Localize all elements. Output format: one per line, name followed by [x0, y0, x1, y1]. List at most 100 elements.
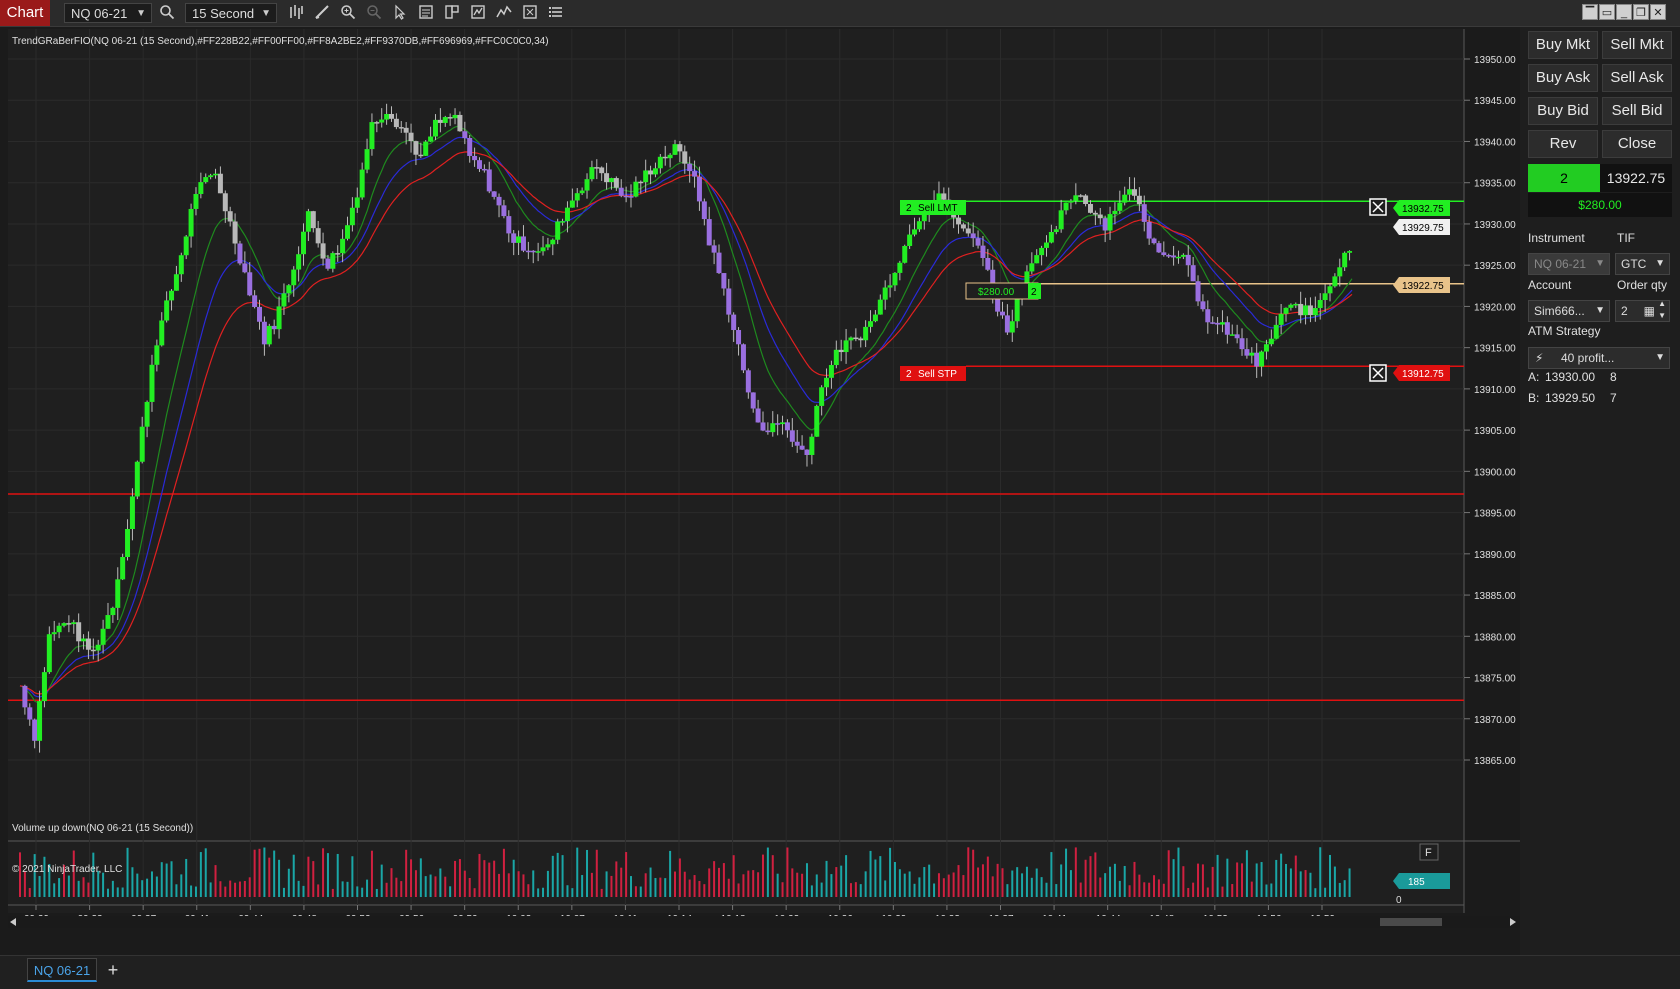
templates-icon[interactable]: [443, 4, 461, 22]
volume-bar: [742, 874, 745, 897]
candle-body: [1303, 305, 1309, 316]
sell-ask-button[interactable]: Sell Ask: [1602, 64, 1672, 92]
stepper-arrows-icon[interactable]: ▲ ▼: [1658, 298, 1666, 322]
volume-bar: [688, 879, 691, 897]
position-marker[interactable]: $280.00 2: [965, 282, 1041, 300]
candle-body: [418, 154, 424, 157]
volume-bar: [1104, 873, 1107, 897]
candle-body: [824, 377, 830, 388]
interval-selector[interactable]: 15 Second ▼: [185, 3, 277, 23]
volume-bar: [1182, 866, 1185, 897]
calculator-icon[interactable]: ▦: [1644, 301, 1655, 321]
position-qty: 2: [1031, 287, 1037, 298]
candle-body: [325, 258, 331, 269]
price-chart[interactable]: 13950.00 13945.00 13940.00 13935.00 13930.00…: [0, 27, 1520, 955]
f-button[interactable]: F: [1419, 843, 1439, 861]
indicators-icon[interactable]: [495, 4, 513, 22]
tile-window-icon[interactable]: ▭: [1599, 4, 1615, 20]
volume-bar: [82, 877, 85, 897]
zoom-out-icon[interactable]: [365, 4, 383, 22]
more-icon[interactable]: [547, 4, 565, 22]
candle-body: [462, 131, 468, 138]
candle-body: [437, 119, 443, 123]
buy-ask-button[interactable]: Buy Ask: [1528, 64, 1598, 92]
tif-select[interactable]: GTC ▼: [1615, 253, 1670, 275]
volume-bar: [43, 856, 46, 897]
tab-bar: NQ 06-21 +: [0, 955, 1680, 989]
volume-bar: [322, 848, 325, 897]
bar-type-icon[interactable]: [287, 4, 305, 22]
volume-bar: [791, 868, 794, 897]
volume-bar: [253, 849, 256, 897]
candle-body: [1039, 247, 1045, 256]
properties-icon[interactable]: [521, 4, 539, 22]
svg-text:185: 185: [1408, 877, 1425, 888]
reverse-button[interactable]: Rev: [1528, 130, 1598, 158]
candle-body: [100, 628, 106, 645]
price-tick-label: 13925.00: [1474, 261, 1516, 272]
tab-nq-06-21[interactable]: NQ 06-21: [27, 958, 97, 982]
volume-bar: [752, 870, 755, 897]
minimize-icon[interactable]: _: [1616, 4, 1632, 20]
candle-body: [301, 231, 307, 255]
always-on-top-icon[interactable]: ▔: [1582, 4, 1598, 20]
candle-body: [354, 197, 360, 208]
price-axis: 13950.00 13945.00 13940.00 13935.00 13930.00…: [1464, 55, 1516, 767]
candle-body: [985, 257, 991, 270]
volume-bar: [346, 881, 349, 897]
candle-body: [237, 243, 243, 264]
atm-strategy-select[interactable]: ⚡ 40 profit... ▼: [1528, 347, 1670, 369]
volume-bar: [1040, 877, 1043, 897]
volume-bar: [625, 852, 628, 897]
volume-bar: [947, 874, 950, 897]
pointer-icon[interactable]: [391, 4, 409, 22]
position-pnl-display: $280.00: [1528, 193, 1672, 217]
svg-text:13922.75: 13922.75: [1402, 281, 1444, 292]
candle-body: [203, 177, 209, 183]
account-select[interactable]: Sim666... ▼: [1528, 300, 1610, 322]
volume-bar: [1079, 882, 1082, 897]
sell-bid-button[interactable]: Sell Bid: [1602, 97, 1672, 125]
candle-body: [310, 211, 316, 229]
candle-body: [589, 167, 595, 180]
scrollbar-thumb[interactable]: [1380, 918, 1442, 926]
price-tick-label: 13900.00: [1474, 467, 1516, 478]
volume-bar: [820, 882, 823, 897]
volume-bar: [972, 849, 975, 897]
candle-body: [105, 615, 111, 629]
volume-bar: [664, 878, 667, 897]
candle-body: [110, 607, 116, 616]
candle-body: [242, 263, 248, 273]
close-icon[interactable]: ✕: [1650, 4, 1666, 20]
volume-bar: [165, 863, 168, 897]
strategies-icon[interactable]: [469, 4, 487, 22]
add-tab-button[interactable]: +: [101, 958, 125, 982]
volume-bar: [986, 856, 989, 897]
volume-bar: [962, 875, 965, 897]
candle-body: [379, 119, 385, 123]
buy-bid-button[interactable]: Buy Bid: [1528, 97, 1598, 125]
buy-market-button[interactable]: Buy Mkt: [1528, 31, 1598, 59]
horizontal-scrollbar[interactable]: [8, 916, 1520, 928]
instrument-selector[interactable]: NQ 06-21 ▼: [64, 3, 152, 23]
close-position-button[interactable]: Close: [1602, 130, 1672, 158]
svg-text:13929.75: 13929.75: [1402, 223, 1444, 234]
zoom-in-icon[interactable]: [339, 4, 357, 22]
volume-bar: [146, 878, 149, 897]
order-qty-stepper[interactable]: 2 ▦ ▲ ▼: [1615, 298, 1670, 322]
candle-body: [941, 193, 947, 200]
data-box-icon[interactable]: [417, 4, 435, 22]
candle-body: [388, 113, 394, 119]
candle-body: [1288, 304, 1294, 308]
draw-icon[interactable]: [313, 4, 331, 22]
search-icon[interactable]: [158, 4, 176, 22]
sell-market-button[interactable]: Sell Mkt: [1602, 31, 1672, 59]
instrument-select[interactable]: NQ 06-21 ▼: [1528, 253, 1610, 275]
candle-body: [1342, 252, 1348, 268]
candle-body: [76, 622, 82, 642]
candle-body: [501, 205, 507, 217]
volume-bar: [1226, 858, 1229, 897]
candle-body: [975, 238, 981, 246]
volume-bar: [370, 850, 373, 897]
restore-icon[interactable]: ❐: [1633, 4, 1649, 20]
